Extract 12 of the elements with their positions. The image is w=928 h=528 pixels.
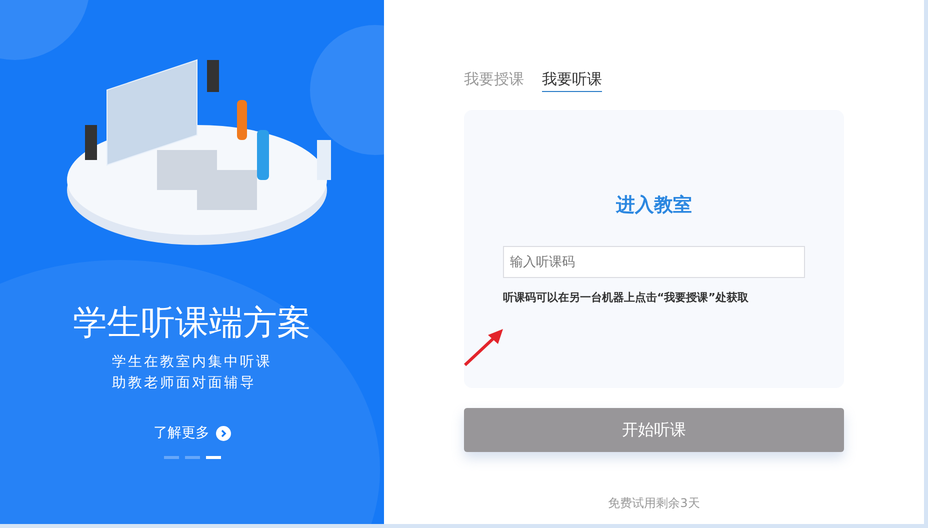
hint-text: 听课码可以在另一台机器上点击“我要授课”处获取	[503, 290, 750, 305]
promo-title: 学生听课端方案	[73, 302, 311, 345]
promo-subtitle: 学生在教室内集中听课	[112, 353, 272, 372]
trial-note: 免费试用剩余3天	[608, 496, 700, 510]
card-heading: 进入教室	[616, 193, 692, 218]
arrow-annotation	[462, 326, 504, 368]
chevron-circle-icon	[216, 426, 230, 440]
tab[interactable]: 我要听课	[542, 70, 602, 92]
class-code-field[interactable]: 输入听课码	[503, 246, 805, 278]
tab[interactable]: 我要授课	[464, 70, 524, 92]
learn-more-link[interactable]: 了解更多	[154, 424, 230, 442]
promo-subtitle: 助教老师面对面辅导	[112, 374, 257, 393]
